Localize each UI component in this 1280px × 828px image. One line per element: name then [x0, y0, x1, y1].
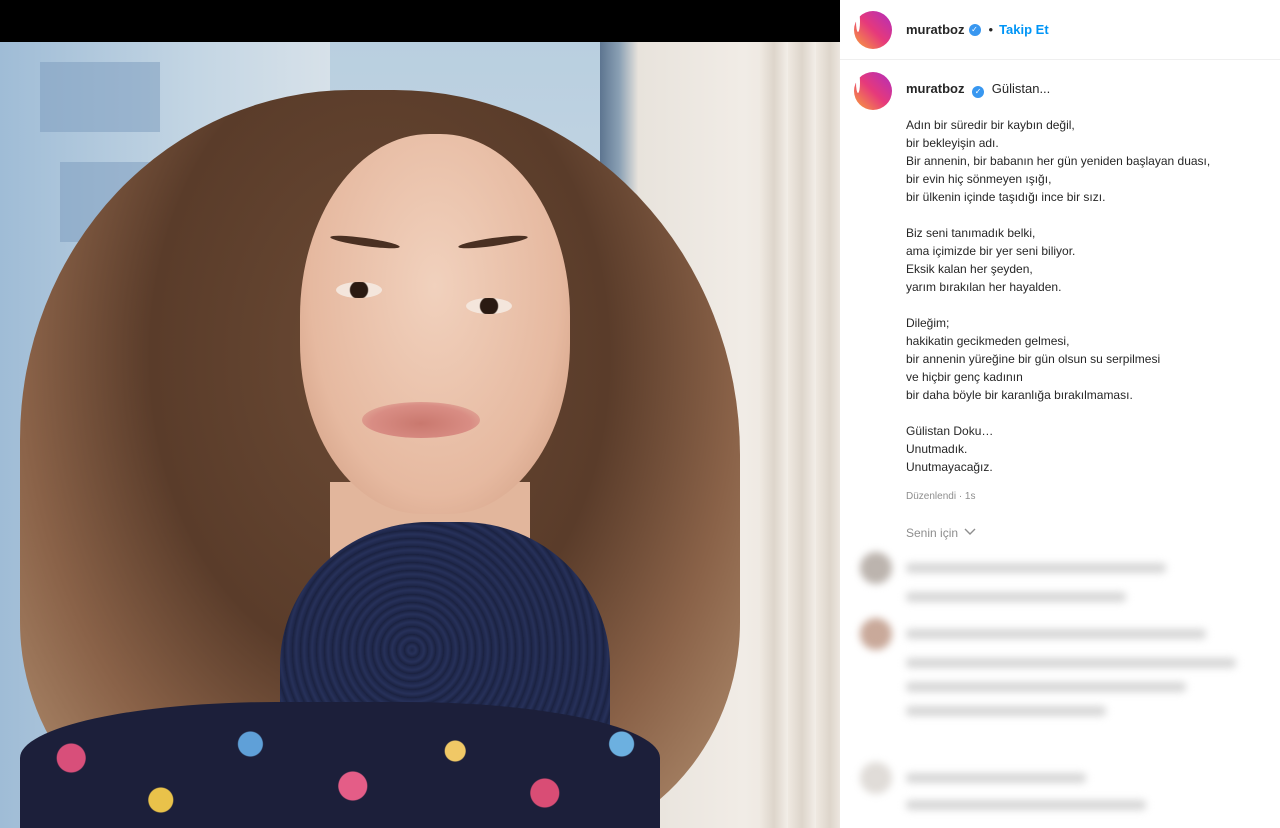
- caption-line: ve hiçbir genç kadının: [906, 370, 1023, 384]
- caption-avatar[interactable]: [854, 72, 892, 110]
- caption-line: bir daha böyle bir karanlığa bırakılmama…: [906, 388, 1133, 402]
- blurred-text: [906, 682, 1186, 692]
- caption-line: Eksik kalan her şeyden,: [906, 262, 1033, 276]
- post-header: muratboz ✓ • Takip Et: [840, 0, 1280, 60]
- separator-dot: •: [988, 22, 994, 37]
- caption: muratboz ✓ Gülistan... Adın bir süredir …: [840, 60, 1280, 506]
- caption-body: muratboz ✓ Gülistan... Adın bir süredir …: [906, 72, 1266, 506]
- left-eye: [336, 282, 382, 298]
- blurred-avatar: [860, 762, 892, 794]
- instagram-post: muratboz ✓ • Takip Et muratboz ✓ Gülista…: [0, 0, 1280, 828]
- caption-line: ama içimizde bir yer seni biliyor.: [906, 244, 1076, 258]
- post-photo[interactable]: [0, 42, 840, 828]
- header-username[interactable]: muratboz: [906, 22, 965, 37]
- for-you-toggle[interactable]: Senin için: [906, 526, 1280, 540]
- blurred-text: [906, 563, 1166, 573]
- caption-line: Dileğim;: [906, 316, 950, 330]
- blurred-comment-row: [906, 800, 1146, 810]
- building-window: [40, 62, 160, 132]
- blurred-comment-row: [860, 762, 1086, 794]
- blurred-comments: [840, 540, 1280, 828]
- blurred-comment-row: [860, 618, 1206, 650]
- blurred-text: [906, 706, 1106, 716]
- caption-username[interactable]: muratboz: [906, 81, 965, 96]
- caption-line: Unutmadık.: [906, 442, 968, 456]
- face: [300, 134, 570, 514]
- post-meta-timestamp: Düzenlendi · 1s: [906, 491, 976, 502]
- blurred-comment-row: [860, 552, 1166, 584]
- caption-line: bir bekleyişin adı.: [906, 136, 999, 150]
- avatar[interactable]: [854, 10, 892, 49]
- blurred-avatar: [860, 552, 892, 584]
- caption-line: bir evin hiç sönmeyen ışığı,: [906, 172, 1052, 186]
- blurred-text: [906, 658, 1236, 668]
- blurred-text: [906, 800, 1146, 810]
- for-you-label: Senin için: [906, 526, 959, 540]
- right-eye: [466, 298, 512, 314]
- caption-line: bir ülkenin içinde taşıdığı ince bir sız…: [906, 190, 1106, 204]
- caption-line: yarım bırakılan her hayalden.: [906, 280, 1062, 294]
- caption-stanza: Gülistan Doku… Unutmadık. Unutmayacağız.: [906, 422, 1266, 476]
- avatar-image: [856, 10, 860, 32]
- caption-stanza: Biz seni tanımadık belki, ama içimizde b…: [906, 224, 1266, 296]
- caption-line: Unutmayacağız.: [906, 460, 993, 474]
- caption-line: bir annenin yüreğine bir gün olsun su se…: [906, 352, 1161, 366]
- caption-heading: muratboz ✓ Gülistan...: [906, 80, 1266, 98]
- caption-stanza: Dileğim; hakikatin gecikmeden gelmesi, b…: [906, 314, 1266, 404]
- caption-line: Bir annenin, bir babanın her gün yeniden…: [906, 154, 1211, 168]
- blurred-comment-row: [906, 592, 1126, 602]
- blurred-comment-row: [906, 658, 1236, 668]
- blurred-comment-row: [906, 682, 1186, 692]
- verified-badge-icon: ✓: [968, 23, 981, 36]
- curtain: [760, 42, 840, 828]
- post-media[interactable]: [0, 0, 840, 828]
- caption-line: Adın bir süredir bir kaybın değil,: [906, 118, 1075, 132]
- lips: [362, 402, 480, 438]
- media-top-bar: [0, 0, 840, 42]
- blurred-text: [906, 629, 1206, 639]
- caption-title: Gülistan...: [991, 81, 1051, 96]
- floral-dress: [20, 702, 660, 828]
- blurred-text: [906, 592, 1126, 602]
- caption-line: hakikatin gecikmeden gelmesi,: [906, 334, 1070, 348]
- chevron-down-icon: [964, 528, 976, 539]
- follow-button[interactable]: Takip Et: [999, 22, 1049, 37]
- avatar-image: [856, 72, 860, 93]
- side-panel: muratboz ✓ • Takip Et muratboz ✓ Gülista…: [840, 0, 1280, 828]
- caption-stanza: Adın bir süredir bir kaybın değil, bir b…: [906, 116, 1266, 206]
- caption-line: Gülistan Doku…: [906, 424, 994, 438]
- blurred-text: [906, 773, 1086, 783]
- verified-badge-icon: ✓: [972, 86, 985, 98]
- caption-line: Biz seni tanımadık belki,: [906, 226, 1036, 240]
- blurred-avatar: [860, 618, 892, 650]
- blurred-comment-row: [906, 706, 1106, 716]
